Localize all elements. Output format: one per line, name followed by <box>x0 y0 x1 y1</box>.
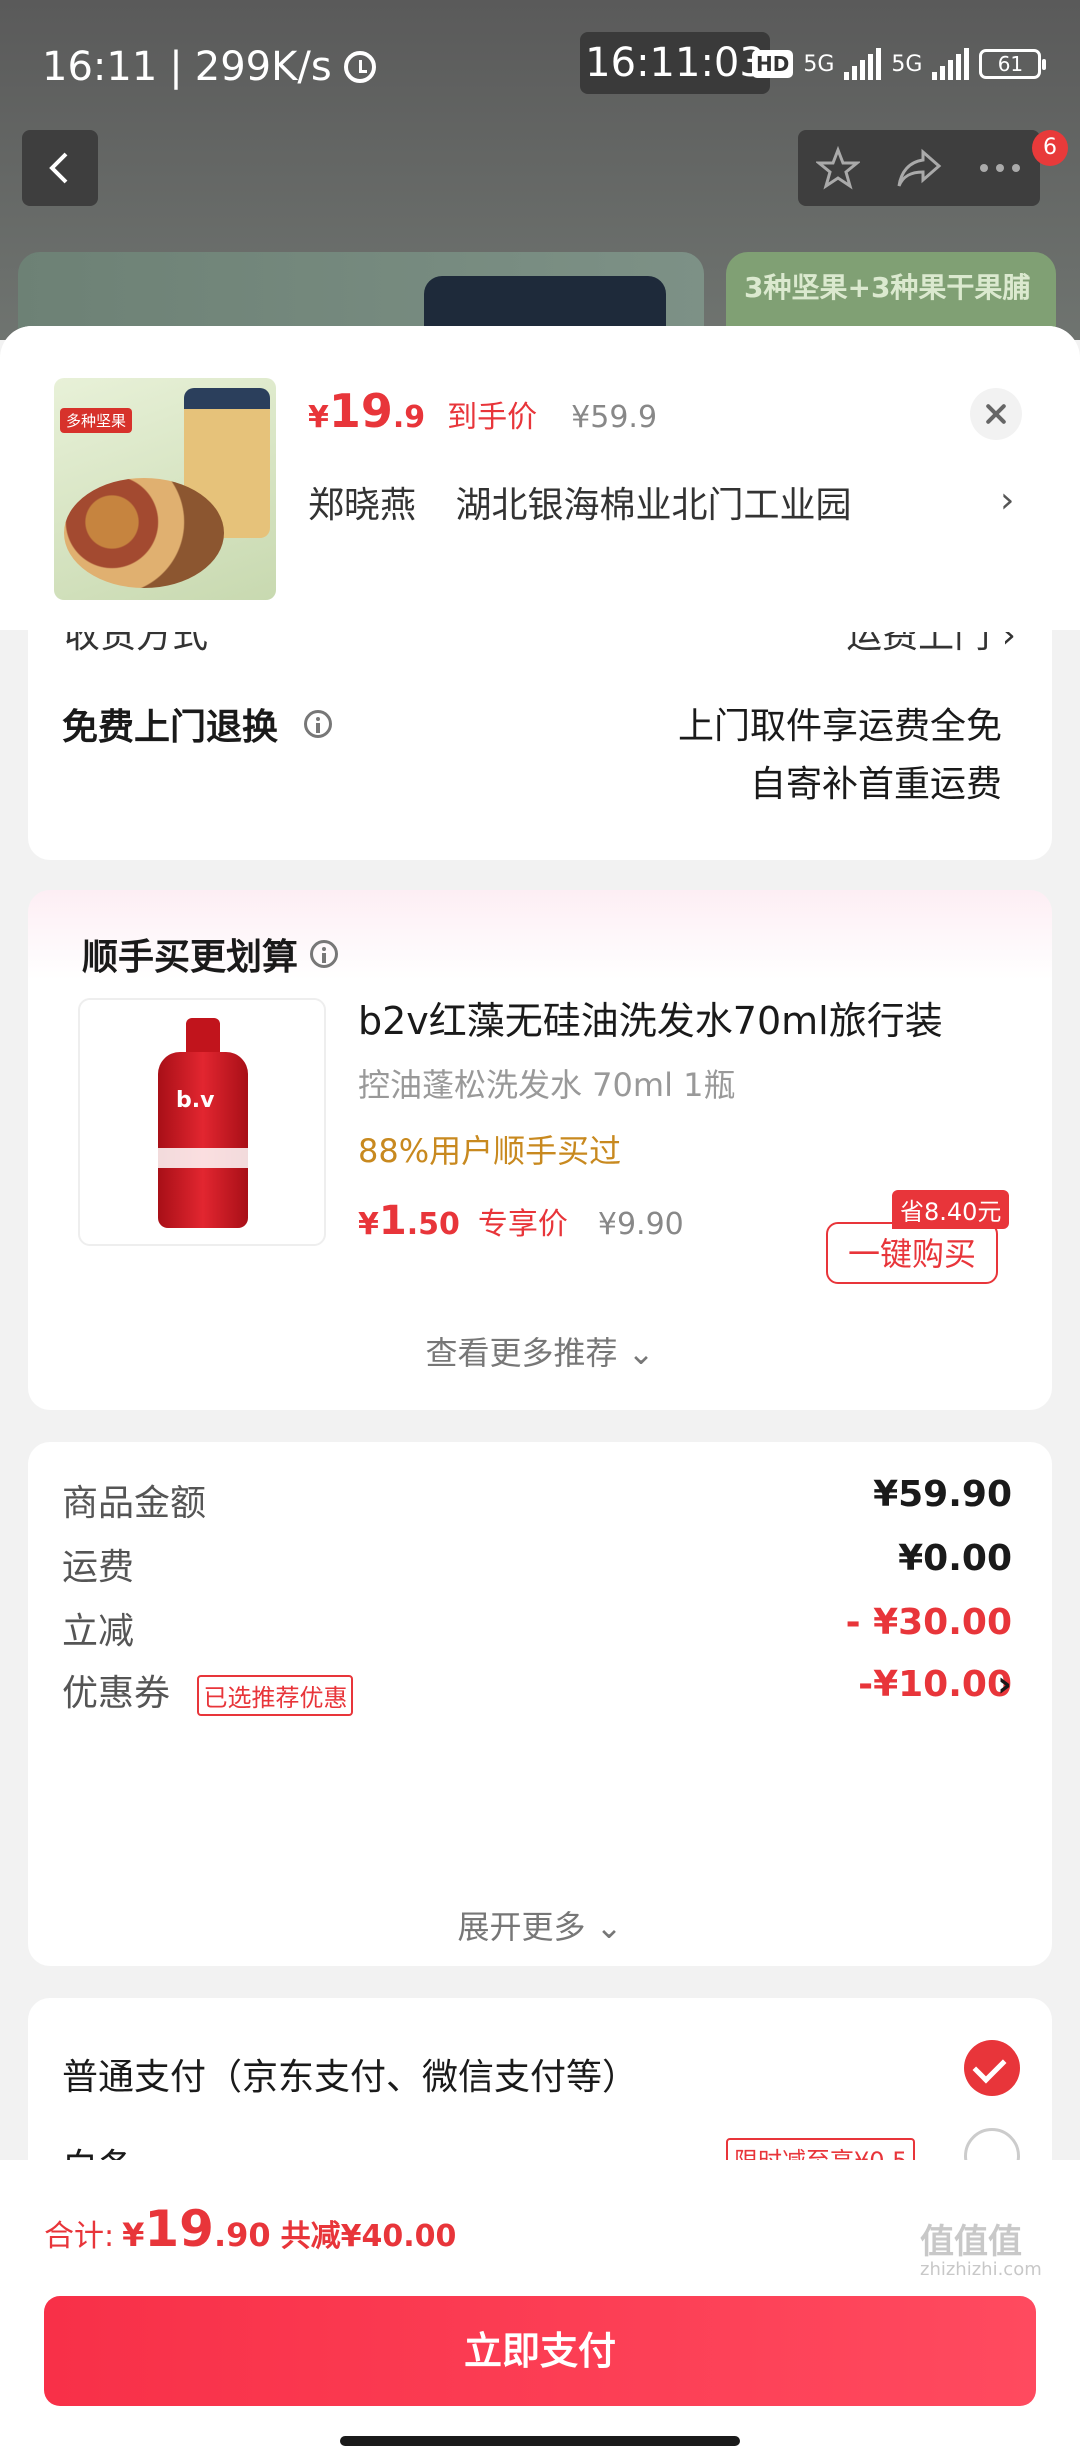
coupon-tag: 已选推荐优惠 <box>197 1674 354 1716</box>
one-click-buy-button[interactable]: 一键购买 <box>826 1222 998 1284</box>
rec-price-currency: ¥ <box>358 1207 379 1242</box>
chevron-left-icon <box>49 152 68 184</box>
free-return-row: 免费上门退换 <box>62 698 333 750</box>
price-currency: ¥ <box>308 400 329 435</box>
home-indicator[interactable] <box>340 2436 740 2446</box>
recipient-name: 郑晓燕 <box>308 485 417 526</box>
address-text: 湖北银海棉业北门工业园 <box>455 485 852 526</box>
total-label: 合计: <box>44 2219 115 2254</box>
product-thumbnail: 多种坚果 <box>54 378 276 600</box>
close-icon[interactable] <box>970 388 1022 440</box>
bottle-illustration: b.v <box>158 1018 248 1228</box>
share-icon[interactable] <box>895 146 943 190</box>
banner-text: 3种坚果+3种果干果脯 <box>744 271 1031 304</box>
status-left: 16:11 | 299K/s <box>42 44 376 90</box>
coupon-label: 优惠券 <box>62 1673 171 1714</box>
battery-icon: 61 <box>979 49 1047 79</box>
shipping-label: 运费 <box>62 1547 135 1588</box>
recommend-product-spec: 控油蓬松洗发水 70ml 1瓶 <box>358 1066 736 1104</box>
checkmark-icon[interactable] <box>964 2040 1020 2096</box>
alarm-icon <box>343 51 376 83</box>
recommend-title: 顺手买更划算 <box>82 928 339 980</box>
nav-actions <box>798 130 1040 206</box>
net-label-2: 5G <box>891 51 923 77</box>
amount-card: 商品金额 ¥59.90 运费 ¥0.00 立减 - ¥30.00 优惠券 已选推… <box>28 1442 1052 1966</box>
coupon-row[interactable]: 优惠券 已选推荐优惠 -¥10.00 › <box>62 1664 1012 1716</box>
signal-icon <box>844 48 882 80</box>
payment-option-standard[interactable]: 普通支付（京东支付、微信支付等） <box>62 2048 638 2100</box>
goods-amount-value: ¥59.90 <box>873 1474 1012 1515</box>
header-price: ¥ 19 .9 到手价 ¥59.9 <box>308 384 657 438</box>
total-saved: 共减¥40.00 <box>280 2219 457 2254</box>
original-price: ¥59.9 <box>571 400 658 435</box>
expand-more-link[interactable]: 展开更多 ⌄ <box>28 1902 1052 1948</box>
more-icon[interactable] <box>978 162 1022 174</box>
net-label-1: 5G <box>803 51 835 77</box>
price-integer: 19 <box>328 384 393 438</box>
watermark-domain: zhizhizhi.com <box>920 2259 1042 2280</box>
free-return-label: 免费上门退换 <box>62 707 279 748</box>
recommend-product-name[interactable]: b2v红藻无硅油洗发水70ml旅行装 <box>358 990 943 1045</box>
bottom-bar: 合计: ¥ 19 .90 共减¥40.00 立即支付 <box>0 2160 1080 2460</box>
coupon-value: -¥10.00 <box>858 1664 1012 1705</box>
recommend-social-proof: 88%用户顺手买过 <box>358 1132 622 1170</box>
chevron-right-icon[interactable]: › <box>1000 480 1014 521</box>
clock-overlay: 16:11:03 <box>580 32 770 94</box>
recommend-product-image[interactable]: b.v <box>78 998 326 1246</box>
bottle-body <box>158 1052 248 1228</box>
recommend-card: 顺手买更划算 b.v b2v红藻无硅油洗发水70ml旅行装 控油蓬松洗发水 70… <box>28 890 1052 1410</box>
total-decimal: .90 <box>213 2216 271 2254</box>
rec-price-label: 专享价 <box>477 1207 568 1242</box>
status-time: 16:11 <box>42 44 158 90</box>
bottle-band <box>158 1148 248 1168</box>
shipping-row: 运费 ¥0.00 <box>62 1538 1012 1590</box>
watermark-text: 值值值 <box>920 2222 1022 2262</box>
thumb-nuts <box>64 478 224 588</box>
total-row: 合计: ¥ 19 .90 共减¥40.00 <box>44 2200 456 2258</box>
discount-row: 立减 - ¥30.00 <box>62 1602 1012 1654</box>
info-icon[interactable] <box>304 710 333 738</box>
checkout-sheet: 多种坚果 ¥ 19 .9 到手价 ¥59.9 郑晓燕 湖北银海棉业北门工业园 ›… <box>0 326 1080 2460</box>
return-line-2: 自寄补首重运费 <box>749 764 1002 805</box>
pay-now-button[interactable]: 立即支付 <box>44 2296 1036 2406</box>
watermark: 值值值 zhizhizhi.com <box>920 2214 1042 2280</box>
bottle-label: b.v <box>176 1088 215 1113</box>
signal-icon <box>932 48 970 80</box>
status-divider: | <box>169 44 183 90</box>
total-integer: 19 <box>144 2200 214 2258</box>
hd-icon: HD <box>752 50 794 78</box>
price-decimal: .9 <box>392 400 426 435</box>
total-currency: ¥ <box>122 2216 145 2254</box>
goods-amount-label: 商品金额 <box>62 1483 207 1524</box>
discount-value: - ¥30.00 <box>845 1602 1012 1643</box>
recommend-price: ¥ 1 .50 专享价 ¥9.90 <box>358 1198 684 1244</box>
goods-amount-row: 商品金额 ¥59.90 <box>62 1474 1012 1526</box>
status-icons: HD 5G 5G 61 <box>752 48 1047 80</box>
chevron-right-icon[interactable]: › <box>997 1664 1012 1705</box>
star-icon[interactable] <box>815 146 860 190</box>
status-bar: 16:11 | 299K/s 16:11:03 HD 5G 5G 61 <box>0 0 1080 130</box>
recommend-title-text: 顺手买更划算 <box>82 937 299 978</box>
bottle-neck <box>186 1018 220 1056</box>
info-icon[interactable] <box>310 940 339 968</box>
rec-original-price: ¥9.90 <box>597 1207 684 1242</box>
sheet-header: 多种坚果 ¥ 19 .9 到手价 ¥59.9 郑晓燕 湖北银海棉业北门工业园 › <box>0 326 1080 630</box>
shipping-value: ¥0.00 <box>898 1538 1012 1579</box>
thumb-tag: 多种坚果 <box>60 408 133 433</box>
net-speed: 299K/s <box>194 44 332 90</box>
free-return-desc: 上门取件享运费全免 自寄补首重运费 <box>678 698 1002 814</box>
address-row[interactable]: 郑晓燕 湖北银海棉业北门工业园 <box>308 476 1028 528</box>
return-line-1: 上门取件享运费全免 <box>677 706 1002 747</box>
discount-label: 立减 <box>62 1611 135 1652</box>
rec-price-integer: 1 <box>378 1198 407 1244</box>
rec-price-decimal: .50 <box>406 1207 460 1242</box>
delivery-card: 收货方式 运费上门 › 免费上门退换 上门取件享运费全免 自寄补首重运费 <box>28 616 1052 860</box>
back-button[interactable] <box>22 130 98 206</box>
more-recommendations-link[interactable]: 查看更多推荐 ⌄ <box>28 1328 1052 1374</box>
price-label: 到手价 <box>447 400 538 435</box>
notification-badge: 6 <box>1032 130 1068 166</box>
